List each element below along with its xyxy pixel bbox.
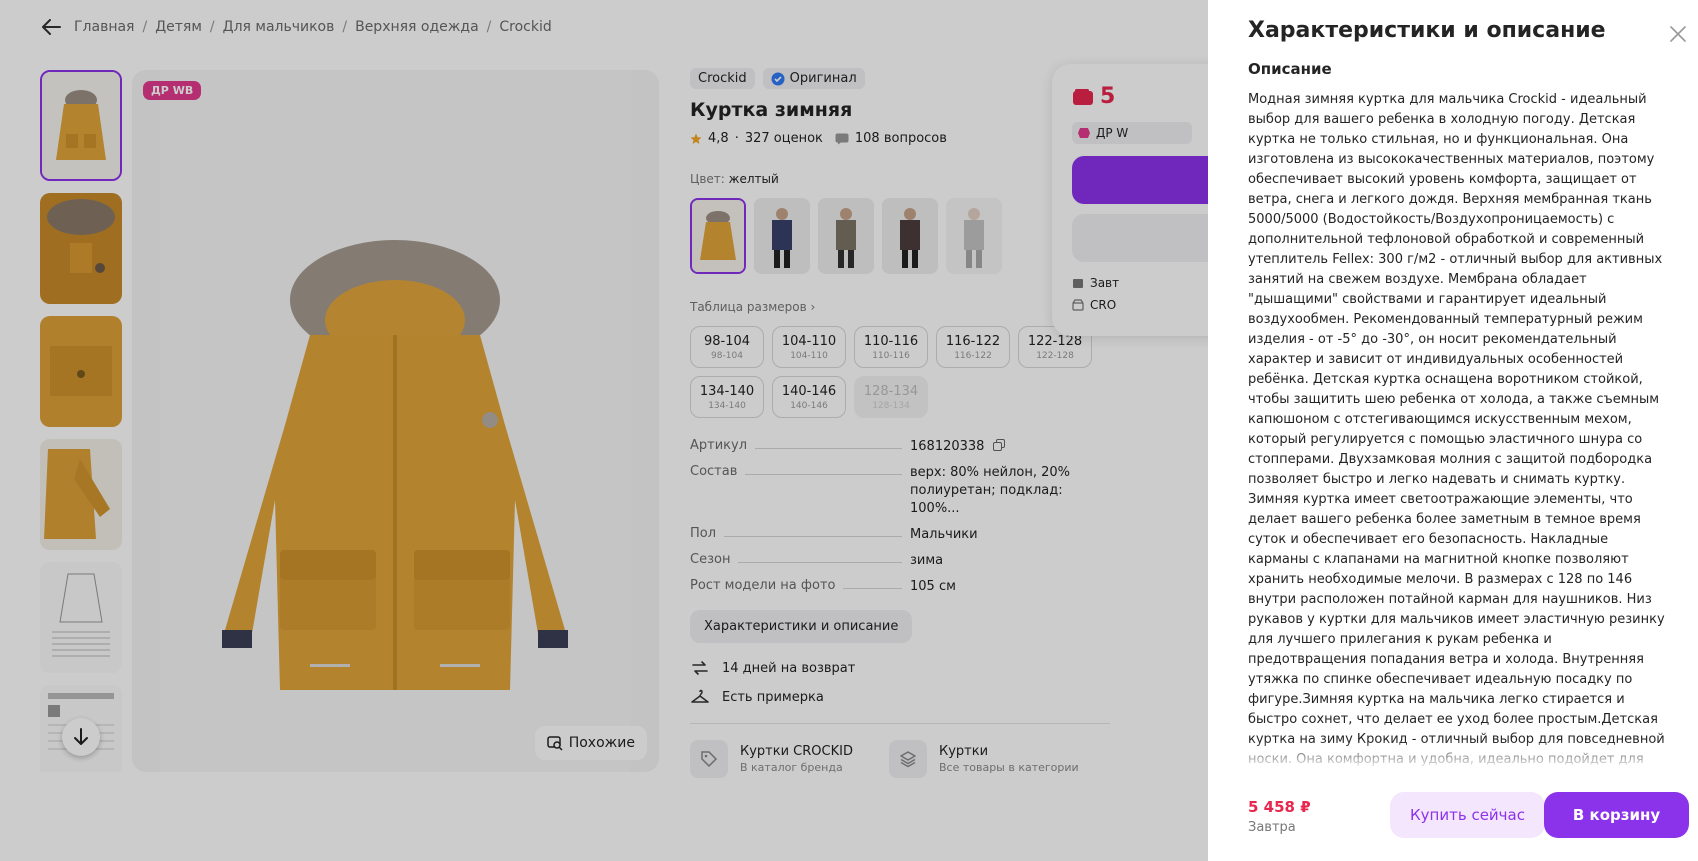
- panel-footer: 5 458 ₽ Завтра Купить сейчас В корзину: [1208, 768, 1698, 861]
- add-to-cart-button[interactable]: В корзину: [1544, 792, 1689, 838]
- specs-description-panel: Характеристики и описание Описание Модна…: [1208, 0, 1698, 861]
- buy-now-button[interactable]: Купить сейчас: [1390, 792, 1545, 838]
- description-heading: Описание: [1248, 60, 1332, 78]
- footer-delivery: Завтра: [1248, 820, 1296, 835]
- panel-body[interactable]: Описание Модная зимняя куртка для мальчи…: [1248, 56, 1668, 768]
- close-button[interactable]: [1666, 22, 1690, 46]
- footer-price: 5 458 ₽: [1248, 798, 1311, 816]
- panel-title: Характеристики и описание: [1248, 18, 1606, 43]
- description-text: Модная зимняя куртка для мальчика Crocki…: [1248, 92, 1665, 767]
- panel-fade: [1208, 740, 1698, 770]
- close-icon: [1670, 26, 1686, 42]
